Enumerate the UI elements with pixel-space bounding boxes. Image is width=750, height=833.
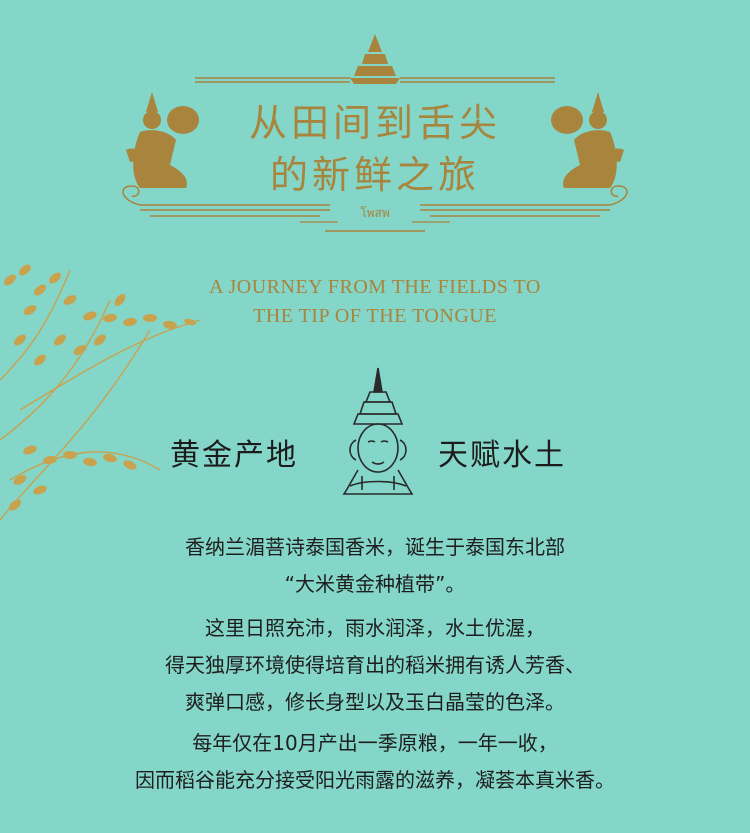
paragraph-line-3: 这里日照充沛，雨水润泽，水土优渥，: [205, 616, 545, 640]
paragraph-line-6: 每年仅在10月产出一季原粮，一年一收，: [192, 731, 558, 755]
paragraph-line-5: 爽弹口感，修长身型以及玉白晶莹的色泽。: [185, 690, 565, 714]
paragraph-line-7: 因而稻谷能充分接受阳光雨露的滋养，凝荟本真米香。: [135, 768, 615, 792]
paragraph-line-1: 香纳兰湄菩诗泰国香米，诞生于泰国东北部: [185, 535, 565, 559]
paragraph-line-4: 得天独厚环境使得培育出的稻米拥有诱人芳香、: [165, 653, 585, 677]
paragraph-line-2: “大米黄金种植带”。: [284, 572, 466, 596]
page: 从田间到舌尖 的新鲜之旅 โพสพ A JOURNEY FROM THE FIE…: [0, 0, 750, 833]
